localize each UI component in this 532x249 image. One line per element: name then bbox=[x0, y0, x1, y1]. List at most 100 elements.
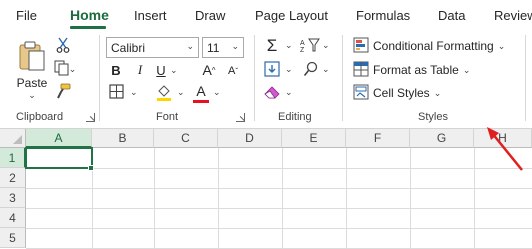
column-header-h[interactable]: H bbox=[474, 129, 532, 148]
chevron-down-icon: ⌄ bbox=[28, 89, 36, 100]
gridline bbox=[474, 148, 475, 249]
search-icon bbox=[303, 61, 319, 80]
font-dialog-launcher-icon[interactable] bbox=[236, 113, 245, 122]
clear-button[interactable] bbox=[263, 84, 281, 102]
group-divider bbox=[525, 35, 526, 121]
paste-button[interactable]: Paste ⌄ bbox=[12, 37, 52, 103]
tab-draw[interactable]: Draw bbox=[195, 8, 225, 23]
column-header-f[interactable]: F bbox=[346, 129, 410, 148]
gridline bbox=[410, 148, 411, 249]
worksheet-grid: A B C D E F G H 1 2 3 4 5 bbox=[0, 129, 532, 249]
sort-filter-button[interactable]: AZ bbox=[299, 37, 321, 55]
cut-button[interactable] bbox=[54, 37, 72, 55]
paste-icon bbox=[17, 40, 47, 75]
tab-data[interactable]: Data bbox=[438, 8, 465, 23]
font-size-value: 11 bbox=[207, 40, 220, 55]
column-header-b[interactable]: B bbox=[92, 129, 154, 148]
underline-button[interactable]: U bbox=[153, 61, 169, 79]
row-header-1[interactable]: 1 bbox=[0, 148, 26, 168]
paste-label: Paste bbox=[16, 75, 48, 90]
fill-color-button[interactable] bbox=[154, 83, 174, 103]
group-divider bbox=[99, 35, 100, 121]
grow-font-letter: A bbox=[202, 62, 212, 78]
column-header-g[interactable]: G bbox=[410, 129, 474, 148]
tab-insert[interactable]: Insert bbox=[134, 8, 167, 23]
conditional-formatting-icon bbox=[353, 37, 369, 56]
tab-home[interactable]: Home bbox=[70, 7, 109, 23]
gridline bbox=[282, 148, 283, 249]
column-header-c[interactable]: C bbox=[154, 129, 218, 148]
row-header-2[interactable]: 2 bbox=[0, 168, 26, 188]
bold-button[interactable]: B bbox=[108, 61, 124, 79]
font-color-button[interactable]: A bbox=[192, 82, 210, 104]
svg-text:A: A bbox=[300, 40, 305, 47]
tab-review[interactable]: Review bbox=[494, 8, 532, 23]
tab-page-layout[interactable]: Page Layout bbox=[255, 8, 328, 23]
borders-button[interactable] bbox=[107, 84, 125, 102]
chevron-down-icon: ⌄ bbox=[186, 41, 194, 51]
font-name-combo[interactable]: Calibri ⌄ bbox=[106, 37, 199, 58]
font-size-combo[interactable]: 11 ⌄ bbox=[202, 37, 244, 58]
column-header-e[interactable]: E bbox=[282, 129, 346, 148]
row-header-5[interactable]: 5 bbox=[0, 228, 26, 248]
cell-styles-button[interactable]: Cell Styles ⌄ bbox=[353, 84, 443, 102]
format-painter-button[interactable] bbox=[54, 83, 72, 101]
gridline bbox=[26, 168, 532, 169]
gridline bbox=[26, 228, 532, 229]
shrink-font-button[interactable]: Aˇ bbox=[224, 62, 242, 80]
format-as-table-button[interactable]: Format as Table ⌄ bbox=[353, 61, 473, 79]
chevron-down-icon[interactable]: ⌄ bbox=[170, 65, 178, 76]
italic-button[interactable]: I bbox=[132, 61, 148, 79]
selected-cell-a1[interactable] bbox=[25, 147, 93, 169]
tab-file[interactable]: File bbox=[16, 8, 37, 23]
chevron-down-icon: ⌄ bbox=[497, 40, 506, 51]
ribbon: Paste ⌄ ⌄ Clipboard Calibri ⌄ 11 ⌄ B I U… bbox=[0, 31, 532, 129]
chevron-down-icon: ⌄ bbox=[68, 63, 77, 74]
column-header-d[interactable]: D bbox=[218, 129, 282, 148]
cell-styles-icon bbox=[353, 84, 369, 103]
column-header-a[interactable]: A bbox=[26, 129, 92, 148]
clipboard-group-label: Clipboard bbox=[16, 111, 64, 123]
row-header-4[interactable]: 4 bbox=[0, 208, 26, 228]
gridline bbox=[154, 148, 155, 249]
fill-handle[interactable] bbox=[88, 165, 94, 171]
clipboard-dialog-launcher-icon[interactable] bbox=[86, 113, 95, 122]
ribbon-tab-bar: File Home Insert Draw Page Layout Formul… bbox=[0, 0, 532, 31]
chevron-down-icon[interactable]: ⌄ bbox=[177, 87, 185, 98]
tab-formulas[interactable]: Formulas bbox=[356, 8, 410, 23]
row-header-3[interactable]: 3 bbox=[0, 188, 26, 208]
font-color-swatch bbox=[193, 99, 209, 103]
chevron-down-icon[interactable]: ⌄ bbox=[322, 40, 330, 51]
svg-text:Z: Z bbox=[300, 47, 305, 53]
group-divider bbox=[342, 35, 343, 121]
font-color-letter: A bbox=[196, 82, 206, 99]
format-painter-icon bbox=[55, 83, 71, 102]
format-as-table-label: Format as Table bbox=[373, 63, 459, 77]
chevron-down-icon[interactable]: ⌄ bbox=[322, 64, 330, 75]
chevron-down-icon[interactable]: ⌄ bbox=[285, 40, 293, 51]
shrink-font-letter: A bbox=[227, 65, 236, 77]
find-select-button[interactable] bbox=[302, 61, 320, 79]
font-group-label: Font bbox=[156, 111, 179, 123]
chevron-down-icon[interactable]: ⌄ bbox=[213, 87, 221, 98]
chevron-down-icon[interactable]: ⌄ bbox=[130, 87, 138, 98]
copy-button[interactable]: ⌄ bbox=[52, 60, 78, 78]
chevron-down-icon[interactable]: ⌄ bbox=[285, 64, 293, 75]
sigma-icon: Σ bbox=[266, 36, 278, 55]
gridline bbox=[26, 188, 532, 189]
select-all-button[interactable] bbox=[0, 129, 26, 148]
gridline bbox=[346, 148, 347, 249]
styles-group-label: Styles bbox=[418, 111, 448, 123]
chevron-down-icon[interactable]: ⌄ bbox=[285, 87, 293, 98]
conditional-formatting-button[interactable]: Conditional Formatting ⌄ bbox=[353, 37, 513, 55]
grow-font-button[interactable]: A ^ bbox=[200, 60, 218, 80]
font-name-value: Calibri bbox=[111, 40, 146, 55]
chevron-down-icon: ⌄ bbox=[231, 41, 239, 51]
autosum-button[interactable]: Σ bbox=[263, 36, 281, 55]
chevron-down-icon: ⌄ bbox=[433, 87, 442, 98]
scissors-icon bbox=[56, 37, 70, 56]
active-tab-indicator bbox=[70, 26, 106, 29]
chevron-down-icon: ⌄ bbox=[462, 64, 471, 75]
fill-button[interactable] bbox=[263, 60, 281, 79]
copy-icon bbox=[54, 60, 69, 79]
